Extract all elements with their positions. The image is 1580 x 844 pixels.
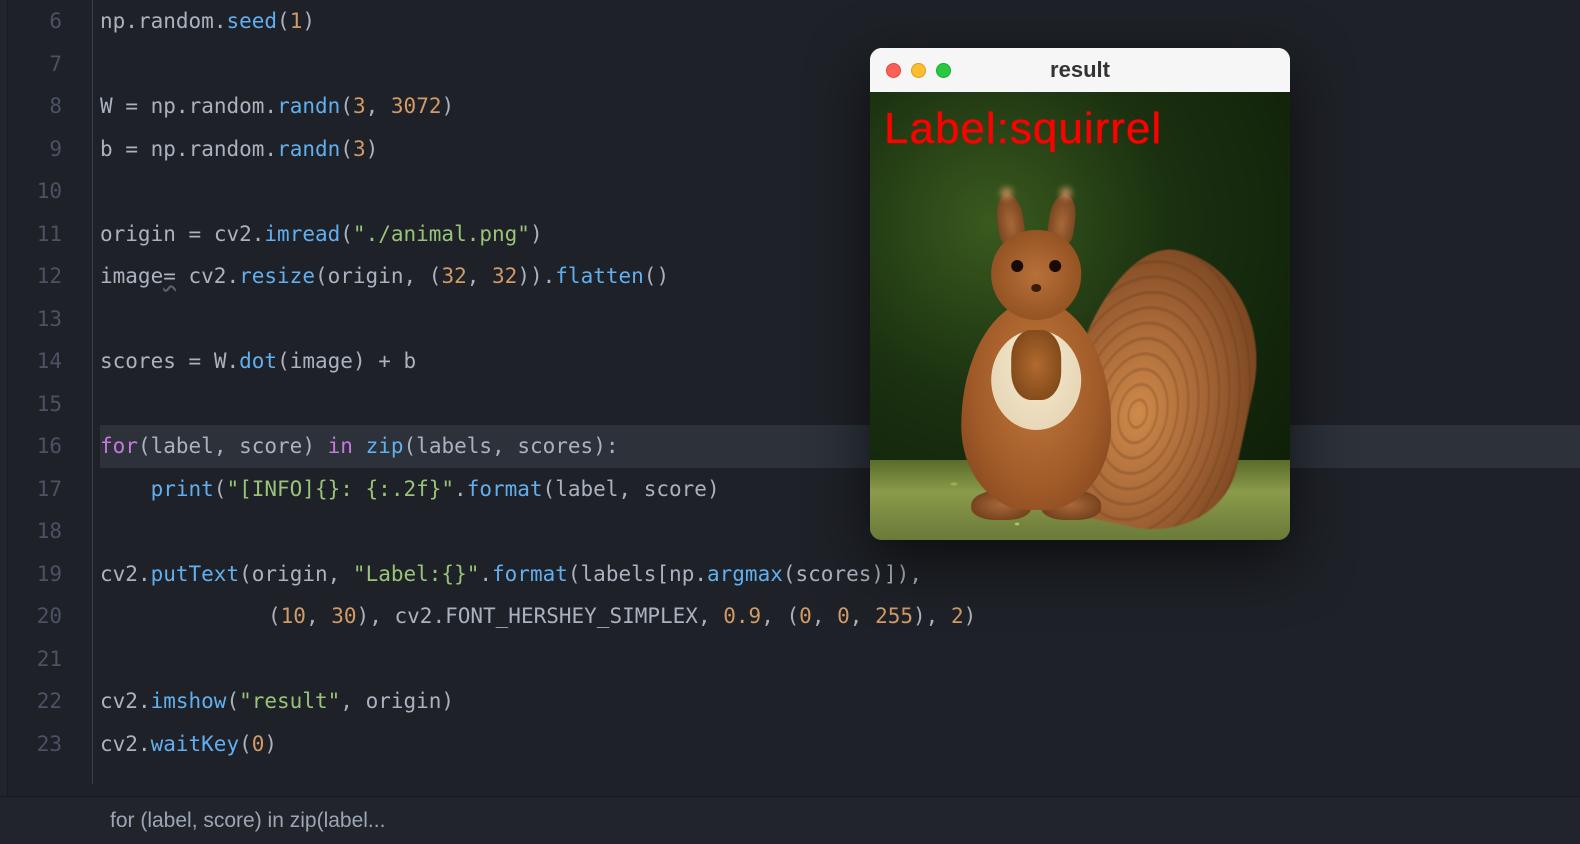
code-editor[interactable]: 67891011121314151617181920212223 np.rand… [0,0,1580,844]
code-line[interactable] [100,298,1580,341]
code-line[interactable]: W = np.random.randn(3, 3072) [100,85,1580,128]
line-number: 8 [8,85,62,128]
line-number: 18 [8,510,62,553]
classification-label: Label:squirrel [884,104,1162,154]
line-number: 16 [8,425,62,468]
line-number-gutter: 67891011121314151617181920212223 [8,0,80,844]
code-line[interactable] [100,383,1580,426]
line-number: 19 [8,553,62,596]
breadcrumb-bar: for (label, score) in zip(label... [0,796,1580,844]
line-number: 10 [8,170,62,213]
line-number: 17 [8,468,62,511]
line-number: 13 [8,298,62,341]
code-line[interactable]: for(label, score) in zip(labels, scores)… [100,425,1580,468]
line-number: 7 [8,43,62,86]
code-line[interactable]: b = np.random.randn(3) [100,128,1580,171]
code-line[interactable]: print("[INFO]{}: {:.2f}".format(label, s… [100,468,1580,511]
editor-left-strip [0,0,8,844]
code-line[interactable]: origin = cv2.imread("./animal.png") [100,213,1580,256]
line-number: 9 [8,128,62,171]
breadcrumb-text: for (label, score) in zip(label... [110,809,385,833]
code-line[interactable]: image= cv2.resize(origin, (32, 32)).flat… [100,255,1580,298]
squirrel-illustration [871,150,1231,530]
line-number: 12 [8,255,62,298]
code-line[interactable]: cv2.waitKey(0) [100,723,1580,766]
result-window[interactable]: result Label:squirrel [870,48,1290,540]
code-line[interactable] [100,510,1580,553]
code-line[interactable]: np.random.seed(1) [100,0,1580,43]
line-number: 22 [8,680,62,723]
line-number: 6 [8,0,62,43]
line-number: 15 [8,383,62,426]
code-line[interactable]: scores = W.dot(image) + b [100,340,1580,383]
result-image: Label:squirrel [870,92,1290,540]
code-line[interactable] [100,43,1580,86]
code-line[interactable] [100,638,1580,681]
code-line[interactable]: cv2.putText(origin, "Label:{}".format(la… [100,553,1580,596]
code-line[interactable]: (10, 30), cv2.FONT_HERSHEY_SIMPLEX, 0.9,… [100,595,1580,638]
window-titlebar[interactable]: result [870,48,1290,92]
line-number: 14 [8,340,62,383]
line-number: 20 [8,595,62,638]
line-number: 21 [8,638,62,681]
code-line[interactable]: cv2.imshow("result", origin) [100,680,1580,723]
code-area[interactable]: np.random.seed(1) W = np.random.randn(3, … [80,0,1580,844]
line-number: 11 [8,213,62,256]
line-number: 23 [8,723,62,766]
window-title: result [870,57,1290,83]
code-line[interactable] [100,170,1580,213]
indent-guide [92,0,93,784]
